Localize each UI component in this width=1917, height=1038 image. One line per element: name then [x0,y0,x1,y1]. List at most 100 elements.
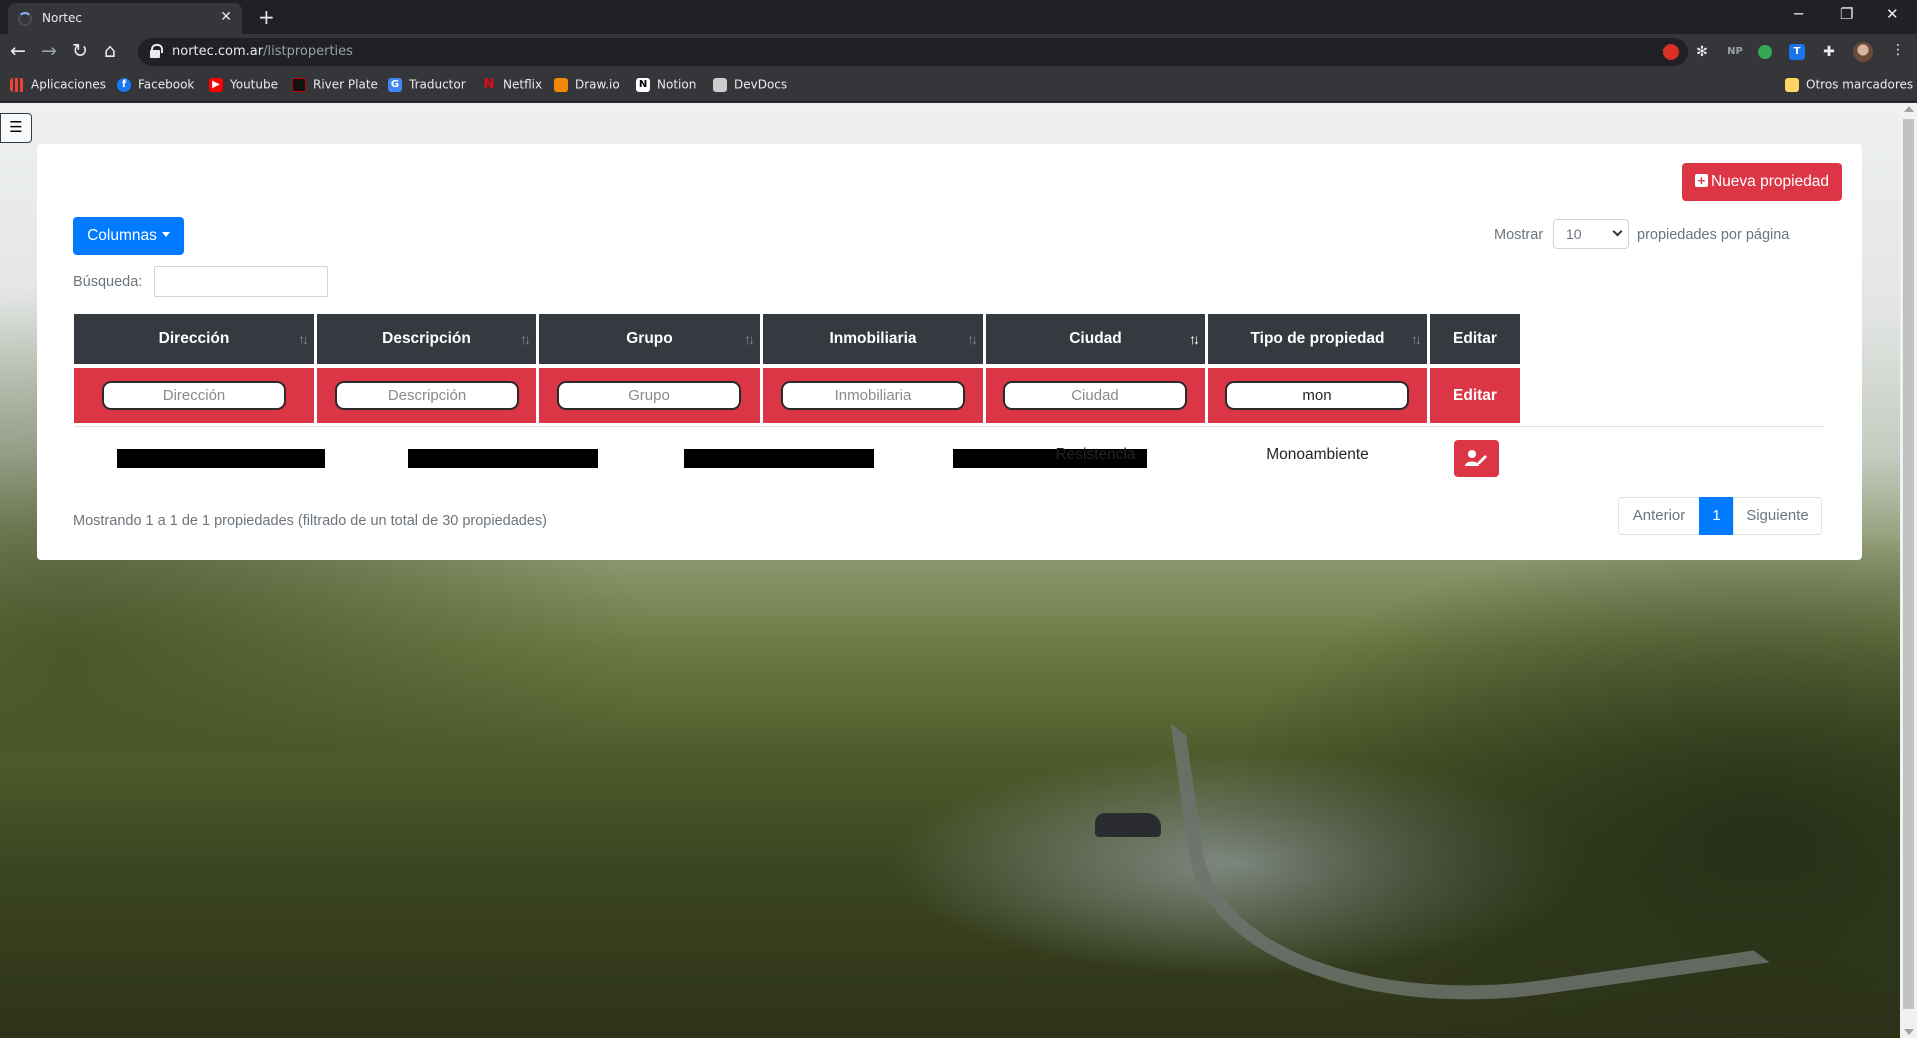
close-window-icon[interactable]: ✕ [1886,5,1899,23]
search-label: Búsqueda: [73,274,143,290]
caret-down-icon [161,232,170,237]
home-icon[interactable]: ⌂ [104,40,116,62]
header-direccion[interactable]: Dirección ↑↓ [74,314,314,364]
extension-green-icon[interactable] [1758,45,1772,59]
bookmark-youtube[interactable]: ▶ Youtube [209,77,278,95]
browser-toolbar: ← → ↻ ⌂ nortec.com.ar/listproperties ☆ ✻… [0,34,1917,70]
filter-ciudad-input[interactable]: Ciudad [1003,381,1187,410]
loading-spinner-icon [18,12,32,26]
filter-row: Dirección Descripción Grupo Inmobiliaria… [74,368,1824,423]
extension-gear-icon[interactable]: ✻ [1694,44,1710,60]
tab-title: Nortec [42,11,82,25]
bookmark-notion[interactable]: N Notion [636,77,696,95]
bookmark-traductor[interactable]: G Traductor [388,77,466,95]
filter-inmobiliaria-input[interactable]: Inmobiliaria [781,381,965,410]
browser-tabbar: Nortec ✕ + ─ ❐ ✕ [0,0,1917,34]
filter-cell-inmobiliaria: Inmobiliaria [763,368,983,423]
page-scrollbar[interactable] [1900,103,1917,1038]
header-inmobiliaria[interactable]: Inmobiliaria ↑↓ [763,314,983,364]
facebook-icon: f [117,77,131,92]
sort-icon: ↑↓ [520,331,531,347]
folder-icon [1785,77,1799,92]
drawio-icon [554,77,568,92]
bookmark-facebook[interactable]: f Facebook [117,77,194,95]
filter-cell-tipo: mon [1208,368,1427,423]
bookmark-netflix[interactable]: N Netflix [482,76,543,95]
url-text: nortec.com.ar/listproperties [172,44,353,59]
hamburger-menu-icon[interactable]: ☰ [0,113,32,143]
filter-editar-cell: Editar [1430,368,1520,423]
new-tab-icon[interactable]: + [258,5,275,29]
redacted-direccion [117,449,325,468]
browser-tab[interactable]: Nortec ✕ [8,3,242,34]
redacted-descripcion [408,449,598,468]
extensions-puzzle-icon[interactable]: ✚ [1821,44,1837,60]
new-property-button[interactable]: + Nueva propiedad [1682,163,1842,201]
extension-translate-icon[interactable]: T [1789,44,1805,60]
search-input[interactable] [154,266,328,297]
filter-descripcion-input[interactable]: Descripción [335,381,519,410]
plus-square-icon: + [1694,174,1708,187]
edit-row-button[interactable] [1454,440,1499,477]
scroll-up-icon[interactable] [1904,106,1914,112]
table-info-text: Mostrando 1 a 1 de 1 propiedades (filtra… [73,513,547,529]
extension-np-icon[interactable]: NP [1724,44,1746,60]
pagination-next[interactable]: Siguiente [1733,497,1822,535]
table-row: Resistencia Monoambiente [74,426,1824,486]
translate-icon: G [388,77,402,92]
sort-active-icon: ↑↓ [1189,331,1200,347]
address-bar[interactable]: nortec.com.ar/listproperties ☆ [138,38,1688,66]
scroll-down-icon[interactable] [1904,1029,1914,1035]
header-grupo[interactable]: Grupo ↑↓ [539,314,760,364]
netflix-icon: N [483,76,495,92]
bookmark-other[interactable]: Otros marcadores [1785,77,1913,95]
properties-card: + Nueva propiedad Columnas Mostrar 10 pro… [37,144,1862,560]
per-page-label: propiedades por página [1637,227,1790,243]
filter-direccion-input[interactable]: Dirección [102,381,286,410]
browser-menu-icon[interactable]: ⋮ [1891,42,1905,58]
columns-dropdown-button[interactable]: Columnas [73,217,184,255]
bookmark-drawio[interactable]: Draw.io [554,77,620,95]
cell-ciudad: Resistencia [1055,446,1136,463]
filter-cell-grupo: Grupo [539,368,760,423]
lock-icon [150,44,163,58]
bookmark-devdocs[interactable]: DevDocs [713,77,787,95]
show-label: Mostrar [1494,227,1544,243]
header-editar: Editar [1430,314,1520,364]
river-plate-icon [292,77,306,92]
youtube-icon: ▶ [209,77,223,92]
reload-icon[interactable]: ↻ [72,40,88,62]
cell-tipo: Monoambiente [1266,446,1369,463]
pagination-previous[interactable]: Anterior [1618,497,1700,535]
user-edit-icon [1465,450,1487,466]
notion-icon: N [636,77,650,92]
table-header: Dirección ↑↓ Descripción ↑↓ Grupo ↑↓ Inmobi… [74,314,1824,364]
page-size-select[interactable]: 10 [1553,219,1629,249]
sort-icon: ↑↓ [967,331,978,347]
back-icon[interactable]: ← [10,40,26,62]
bookmark-apps[interactable]: Aplicaciones [10,77,106,95]
page-viewport: ☰ + Nueva propiedad Columnas Mostrar 10 p… [0,103,1900,1038]
bookmark-river-plate[interactable]: River Plate [292,77,378,95]
pagination-page-1[interactable]: 1 [1699,497,1734,535]
minimize-icon[interactable]: ─ [1794,5,1803,23]
filter-tipo-input[interactable]: mon [1225,381,1409,410]
header-tipo-propiedad[interactable]: Tipo de propiedad ↑↓ [1208,314,1427,364]
filter-cell-direccion: Dirección [74,368,314,423]
close-tab-icon[interactable]: ✕ [220,9,232,25]
header-ciudad[interactable]: Ciudad ↑↓ [986,314,1205,364]
forward-icon[interactable]: → [41,40,57,62]
filter-grupo-input[interactable]: Grupo [557,381,741,410]
bookmarks-bar: Aplicaciones f Facebook ▶ Youtube River Pl… [0,70,1917,102]
devdocs-icon [713,77,727,92]
restore-icon[interactable]: ❐ [1840,5,1853,23]
filter-cell-descripcion: Descripción [317,368,536,423]
background-car [1095,813,1161,837]
sort-icon: ↑↓ [1411,331,1422,347]
sort-icon: ↑↓ [298,331,309,347]
scroll-thumb[interactable] [1903,119,1914,1009]
chevron-down-icon [1612,226,1623,237]
extension-red-icon[interactable] [1663,44,1679,60]
header-descripcion[interactable]: Descripción ↑↓ [317,314,536,364]
profile-avatar[interactable] [1853,42,1873,62]
